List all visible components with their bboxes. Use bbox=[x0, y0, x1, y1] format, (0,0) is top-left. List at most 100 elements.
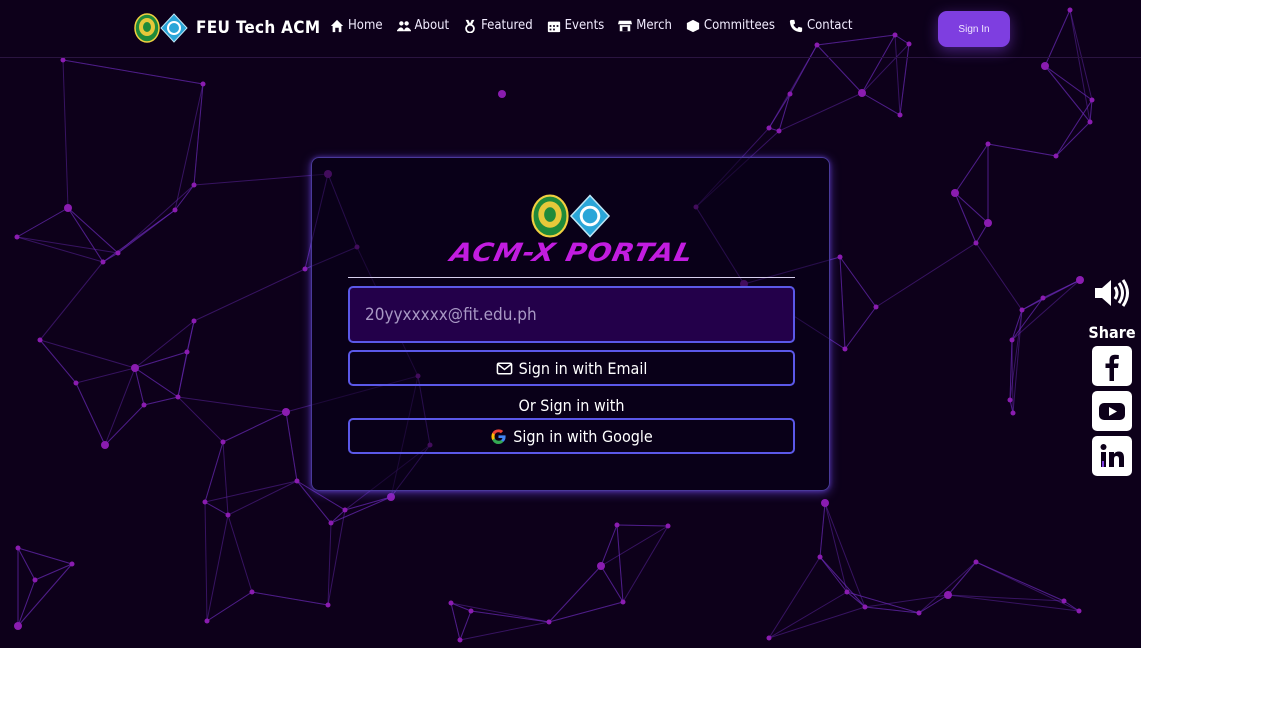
network-link bbox=[1011, 339, 1014, 414]
nav-label-home: Home bbox=[348, 18, 383, 33]
nav-item-contact[interactable]: Contact bbox=[789, 18, 853, 33]
network-link bbox=[954, 192, 989, 224]
network-link bbox=[616, 524, 669, 527]
network-link bbox=[975, 561, 1080, 612]
network-link bbox=[987, 143, 1057, 157]
network-node bbox=[973, 559, 979, 565]
network-link bbox=[819, 502, 826, 558]
email-input[interactable] bbox=[348, 286, 795, 343]
network-link bbox=[864, 606, 920, 614]
google-signin-label: Sign in with Google bbox=[513, 426, 653, 446]
nav-label-contact: Contact bbox=[806, 18, 853, 33]
network-link bbox=[206, 591, 253, 622]
network-link bbox=[1055, 99, 1093, 157]
network-link bbox=[344, 496, 392, 511]
network-node bbox=[844, 589, 850, 595]
network-link bbox=[102, 209, 176, 263]
network-link bbox=[62, 59, 204, 85]
or-signin-text: Or Sign in with bbox=[518, 396, 625, 415]
network-link bbox=[947, 594, 1080, 612]
network-link bbox=[204, 480, 298, 503]
network-node bbox=[184, 349, 190, 355]
nav-item-about[interactable]: About bbox=[396, 18, 449, 33]
brand-title: FEU Tech ACM bbox=[196, 18, 321, 38]
network-node bbox=[973, 240, 979, 246]
youtube-icon bbox=[1099, 403, 1125, 420]
navbar: FEU Tech ACM Home About Featured Events … bbox=[0, 0, 1141, 58]
network-node bbox=[776, 128, 782, 134]
network-node bbox=[1019, 307, 1025, 313]
network-node bbox=[448, 600, 454, 606]
nav-item-events[interactable]: Events bbox=[547, 18, 604, 33]
network-link bbox=[227, 480, 298, 516]
nav-item-committees[interactable]: Committees bbox=[686, 18, 775, 33]
facebook-share-button[interactable] bbox=[1092, 346, 1132, 386]
network-link bbox=[875, 242, 977, 308]
nav-label-committees: Committees bbox=[703, 18, 775, 33]
network-link bbox=[104, 367, 136, 446]
youtube-share-button[interactable] bbox=[1092, 391, 1132, 431]
brand-logos bbox=[134, 13, 188, 43]
title-divider bbox=[348, 277, 795, 278]
network-node bbox=[172, 207, 178, 213]
sign-in-button[interactable]: Sign In bbox=[938, 11, 1010, 47]
network-node bbox=[141, 402, 147, 408]
network-link bbox=[778, 92, 863, 132]
network-link bbox=[17, 563, 73, 627]
network-node bbox=[620, 599, 626, 605]
nav-label-featured: Featured bbox=[481, 18, 533, 33]
network-link bbox=[227, 514, 253, 593]
network-link bbox=[600, 565, 624, 603]
network-node bbox=[1010, 410, 1016, 416]
network-node bbox=[64, 204, 72, 212]
network-link bbox=[450, 602, 550, 623]
network-node bbox=[249, 589, 255, 595]
volume-toggle[interactable] bbox=[1093, 278, 1131, 312]
google-signin-button[interactable]: Sign in with Google bbox=[348, 418, 795, 454]
network-link bbox=[222, 411, 287, 443]
network-node bbox=[787, 91, 793, 97]
network-node bbox=[14, 622, 22, 630]
users-icon bbox=[396, 20, 411, 31]
network-node bbox=[916, 610, 922, 616]
nav-item-merch[interactable]: Merch bbox=[618, 18, 672, 33]
network-node bbox=[1061, 598, 1067, 604]
network-link bbox=[600, 525, 669, 567]
network-node bbox=[984, 219, 992, 227]
network-node bbox=[873, 304, 879, 310]
network-node bbox=[546, 619, 552, 625]
network-node bbox=[325, 602, 331, 608]
network-node bbox=[302, 266, 308, 272]
network-link bbox=[768, 591, 848, 639]
network-link bbox=[450, 602, 461, 641]
network-node bbox=[897, 112, 903, 118]
nav-item-home[interactable]: Home bbox=[330, 18, 383, 33]
network-link bbox=[600, 524, 618, 567]
network-link bbox=[459, 610, 472, 641]
brand[interactable]: FEU Tech ACM bbox=[134, 13, 320, 43]
network-node bbox=[1076, 608, 1082, 614]
network-node bbox=[766, 125, 772, 131]
network-link bbox=[193, 173, 329, 186]
network-node bbox=[614, 522, 620, 528]
network-node bbox=[175, 394, 181, 400]
network-node bbox=[191, 182, 197, 188]
network-link bbox=[1055, 121, 1091, 157]
network-link bbox=[222, 441, 229, 516]
network-node bbox=[457, 637, 463, 643]
network-link bbox=[616, 524, 624, 603]
login-card: ACM-X PORTAL Sign in with Email Or Sign … bbox=[311, 157, 830, 491]
network-link bbox=[622, 525, 669, 603]
network-node bbox=[131, 364, 139, 372]
network-link bbox=[193, 268, 306, 322]
network-node bbox=[498, 90, 506, 98]
card-logos bbox=[531, 194, 611, 238]
email-signin-button[interactable]: Sign in with Email bbox=[348, 350, 795, 386]
linkedin-share-button[interactable] bbox=[1092, 436, 1132, 476]
network-node bbox=[60, 57, 66, 63]
cube-icon bbox=[686, 19, 700, 32]
network-node bbox=[985, 141, 991, 147]
network-node bbox=[328, 520, 334, 526]
nav-item-featured[interactable]: Featured bbox=[463, 18, 533, 33]
network-link bbox=[954, 143, 989, 194]
